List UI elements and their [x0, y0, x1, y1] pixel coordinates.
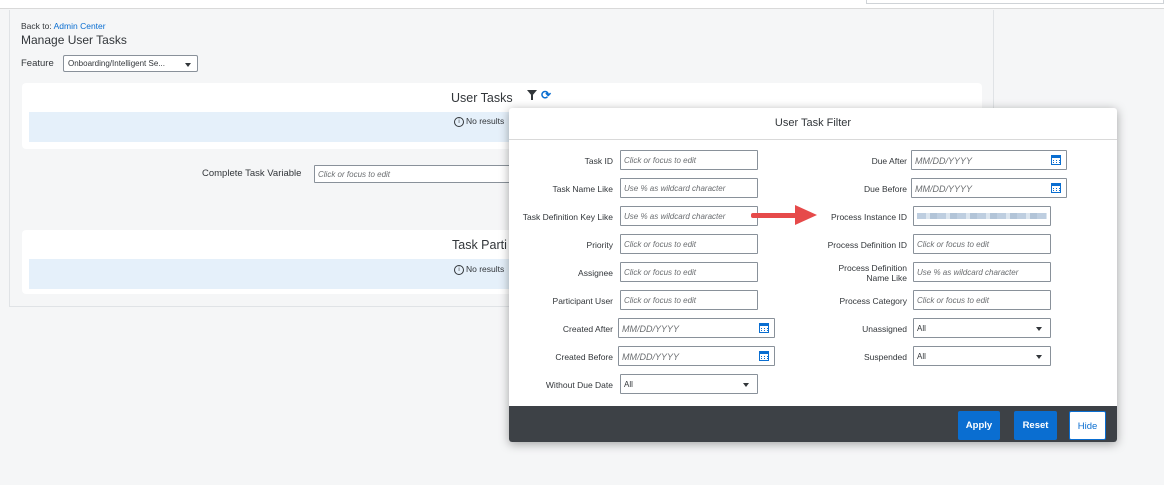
admin-center-link[interactable]: Admin Center [54, 21, 106, 31]
task-name-like-input[interactable]: Use % as wildcard character [620, 178, 758, 198]
breadcrumb: Back to: Admin Center [21, 21, 106, 31]
due-after-label: Due After [871, 156, 907, 166]
info-icon: i [454, 264, 464, 275]
due-before-input[interactable]: MM/DD/YYYY [911, 178, 1067, 198]
calendar-icon[interactable] [1051, 155, 1061, 165]
without-due-date-label: Without Due Date [545, 380, 613, 390]
arrow-annotation-shaft [751, 213, 797, 218]
participant-user-input[interactable]: Click or focus to edit [620, 290, 758, 310]
feature-select[interactable]: Onboarding/Intelligent Se... [63, 55, 198, 72]
redacted-value [917, 213, 1047, 219]
info-icon: i [454, 116, 464, 127]
assignee-input[interactable]: Click or focus to edit [620, 262, 758, 282]
arrow-annotation-icon [795, 205, 817, 225]
refresh-icon[interactable]: ⟳ [541, 88, 551, 102]
process-definition-id-input[interactable]: Click or focus to edit [913, 234, 1051, 254]
created-after-placeholder: MM/DD/YYYY [622, 324, 680, 334]
top-right-field[interactable] [866, 0, 1164, 4]
task-definition-key-like-input[interactable]: Use % as wildcard character [620, 206, 758, 226]
chevron-down-icon [1036, 355, 1042, 359]
filter-icon-stem [531, 95, 533, 100]
assignee-label: Assignee [578, 268, 613, 278]
complete-task-variable-input[interactable]: Click or focus to edit [314, 165, 514, 183]
process-definition-name-like-input[interactable]: Use % as wildcard character [913, 262, 1051, 282]
due-before-label: Due Before [864, 184, 907, 194]
created-after-input[interactable]: MM/DD/YYYY [618, 318, 775, 338]
process-category-input[interactable]: Click or focus to edit [913, 290, 1051, 310]
task-id-input[interactable]: Click or focus to edit [620, 150, 758, 170]
priority-label: Priority [586, 240, 613, 250]
priority-input[interactable]: Click or focus to edit [620, 234, 758, 254]
unassigned-select[interactable]: All [913, 318, 1051, 338]
participant-user-label: Participant User [552, 296, 613, 306]
calendar-icon[interactable] [759, 351, 769, 361]
reset-button[interactable]: Reset [1014, 411, 1057, 440]
user-task-filter-dialog: User Task Filter Task ID Click or focus … [509, 108, 1117, 442]
dialog-title: User Task Filter [509, 108, 1117, 140]
unassigned-value: All [917, 324, 926, 333]
created-before-input[interactable]: MM/DD/YYYY [618, 346, 775, 366]
chevron-down-icon [743, 383, 749, 387]
suspended-label: Suspended [863, 352, 907, 362]
due-before-placeholder: MM/DD/YYYY [915, 184, 973, 194]
user-tasks-title: User Tasks [451, 91, 513, 105]
without-due-date-value: All [624, 380, 633, 389]
without-due-date-select[interactable]: All [620, 374, 758, 394]
task-participants-title: Task Parti [452, 238, 507, 252]
created-after-label: Created After [562, 324, 613, 334]
user-tasks-no-results: i No results [454, 116, 504, 127]
suspended-select[interactable]: All [913, 346, 1051, 366]
task-definition-key-like-label: Task Definition Key Like [522, 212, 613, 222]
task-id-label: Task ID [584, 156, 613, 166]
process-instance-id-input[interactable] [913, 206, 1051, 226]
apply-button[interactable]: Apply [958, 411, 1000, 440]
process-category-label: Process Category [839, 296, 907, 306]
chevron-down-icon [1036, 327, 1042, 331]
suspended-value: All [917, 352, 926, 361]
created-before-placeholder: MM/DD/YYYY [622, 352, 680, 362]
created-before-label: Created Before [555, 352, 613, 362]
chevron-down-icon [185, 63, 191, 67]
breadcrumb-prefix: Back to: [21, 21, 52, 31]
complete-task-variable-label: Complete Task Variable [202, 168, 302, 179]
hide-button[interactable]: Hide [1069, 411, 1106, 440]
calendar-icon[interactable] [1051, 183, 1061, 193]
task-participants-no-results: i No results [454, 264, 504, 275]
feature-select-value: Onboarding/Intelligent Se... [68, 59, 165, 68]
task-name-like-label: Task Name Like [552, 184, 613, 194]
process-definition-name-like-label: Process Definition Name Like [838, 263, 907, 283]
unassigned-label: Unassigned [862, 324, 907, 334]
process-definition-id-label: Process Definition ID [827, 240, 907, 250]
due-after-input[interactable]: MM/DD/YYYY [911, 150, 1067, 170]
due-after-placeholder: MM/DD/YYYY [915, 156, 973, 166]
page-title: Manage User Tasks [21, 33, 127, 47]
feature-label: Feature [21, 58, 54, 69]
calendar-icon[interactable] [759, 323, 769, 333]
